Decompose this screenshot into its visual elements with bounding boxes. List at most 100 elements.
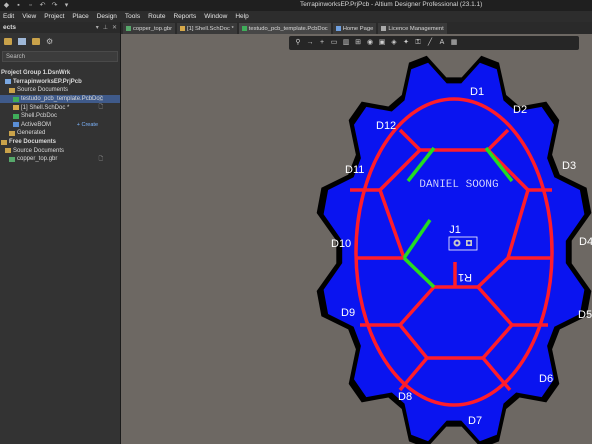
document-type-icon (126, 26, 131, 31)
tree-item-label: [1] Shell.SchDoc * (21, 104, 70, 111)
open-icon[interactable]: ▫ (27, 2, 34, 9)
tree-item-label: ActiveBOM (21, 121, 52, 128)
quick-access-toolbar: ◆ ▪ ▫ ↶ ↷ ▾ (0, 0, 70, 11)
grid-icon[interactable]: ▦ (450, 39, 458, 47)
diode-label: D7 (468, 415, 482, 427)
panel-header: ects ▾ ⊥ ✕ (0, 22, 120, 33)
bom-icon (13, 122, 19, 128)
tree-item[interactable]: Source Documents (0, 86, 120, 95)
place-icon[interactable]: ⊞ (354, 39, 362, 47)
panel-menu-icon[interactable]: ▾ (96, 24, 99, 31)
gear-icon[interactable]: ⚙ (46, 37, 54, 45)
add-icon[interactable]: + (318, 39, 326, 47)
diode-label: D8 (398, 391, 412, 403)
via-icon[interactable]: ◉ (366, 39, 374, 47)
document-type-icon (180, 26, 185, 31)
tree-item-label: copper_top.gbr (17, 156, 58, 163)
tree-item-label: Shell.PcbDoc (21, 113, 58, 120)
pcb-icon (13, 96, 19, 102)
redo-icon[interactable]: ↷ (51, 2, 58, 9)
tree-item-label: TerrapinworksEP.PrjPcb (13, 78, 82, 85)
document-icon: 🗋 (98, 104, 103, 111)
document-tab[interactable]: Home Page (332, 23, 377, 34)
fill-icon[interactable]: ◈ (390, 39, 398, 47)
sch-icon (13, 105, 19, 111)
menu-tools[interactable]: Tools (125, 13, 140, 20)
folder-icon (9, 87, 15, 93)
active-bar-toolbar: ⚲ → + ▭ ▥ ⊞ ◉ ▣ ◈ ✦ ⚿ ╱ A ▦ (289, 36, 579, 50)
proj-icon (5, 79, 11, 85)
j1-label: J1 (449, 224, 461, 236)
tree-item[interactable]: Source Documents (0, 146, 120, 155)
pad-icon[interactable]: ▣ (378, 39, 386, 47)
diode-label: D10 (331, 238, 351, 250)
menu-view[interactable]: View (22, 13, 36, 20)
diode-label: D6 (539, 373, 553, 385)
document-type-icon (381, 26, 387, 31)
panel-title: ects (3, 24, 17, 31)
document-type-icon (335, 26, 341, 31)
save-icon[interactable]: ▪ (15, 2, 22, 9)
document-tab[interactable]: copper_top.gbr (123, 23, 175, 34)
menu-window[interactable]: Window (204, 13, 227, 20)
menu-project[interactable]: Project (44, 13, 64, 20)
tree-item[interactable]: Generated (0, 129, 120, 138)
line-icon[interactable]: ╱ (426, 39, 434, 47)
document-icon: 🗋 (98, 155, 103, 162)
tree-item[interactable]: ActiveBOM + Create (0, 121, 120, 130)
tree-item[interactable]: [1] Shell.SchDoc * 🗋 (0, 103, 120, 112)
tab-label: copper_top.gbr (133, 25, 172, 32)
dropdown-icon[interactable]: ▾ (63, 2, 70, 9)
diode-label: D2 (513, 104, 527, 116)
menu-help[interactable]: Help (235, 13, 248, 20)
document-tab[interactable]: Licence Management (378, 23, 447, 34)
gbr-icon (9, 156, 15, 162)
route-icon[interactable]: → (306, 39, 314, 47)
project-folder-icon[interactable] (32, 37, 40, 45)
pcb-icon (13, 113, 19, 119)
tree-item-label: testudo_pcb_template.PcbDoc (21, 96, 103, 103)
text-icon[interactable]: A (438, 39, 446, 47)
window-title: TerrapinworksEP.PrjPcb - Altium Designer… (300, 1, 483, 8)
undo-icon[interactable]: ↶ (39, 2, 46, 9)
diode-label: D12 (376, 120, 396, 132)
project-tree: Project Group 1.DsnWrk TerrapinworksEP.Pr… (0, 69, 120, 164)
tree-item[interactable]: Project Group 1.DsnWrk (0, 69, 120, 78)
new-document-icon[interactable] (18, 37, 26, 45)
menu-edit[interactable]: Edit (3, 13, 14, 20)
document-tab[interactable]: [1] Shell.SchDoc * (177, 23, 237, 34)
tree-item[interactable]: TerrapinworksEP.PrjPcb (0, 78, 120, 87)
search-input[interactable]: Search (2, 51, 118, 62)
select-icon[interactable]: ▭ (330, 39, 338, 47)
key-icon[interactable]: ⚿ (414, 39, 422, 47)
create-bom-link[interactable]: + Create (77, 122, 98, 128)
menu-route[interactable]: Route (148, 13, 165, 20)
pcb-board[interactable]: DANIEL SOONG J1 R1 D1 D2 D3 D4 D5 D6 D7 D8 D9 D10… (121, 34, 592, 444)
tree-item-label: Project Group 1.DsnWrk (1, 70, 71, 77)
tree-item[interactable]: testudo_pcb_template.PcbDoc 🗋 (0, 94, 120, 104)
tree-item[interactable]: Shell.PcbDoc (0, 112, 120, 121)
tree-item-label: Free Documents (9, 139, 57, 146)
align-icon[interactable]: ▥ (342, 39, 350, 47)
open-folder-icon[interactable] (4, 37, 12, 45)
document-tab[interactable]: testudo_pcb_template.PcbDoc (238, 23, 331, 34)
menu-bar: Edit View Project Place Design Tools Rou… (0, 11, 592, 22)
author-silkscreen: DANIEL SOONG (419, 179, 498, 191)
menu-design[interactable]: Design (97, 13, 117, 20)
tree-item[interactable]: Free Documents (0, 138, 120, 147)
projects-panel: ects ▾ ⊥ ✕ ⚙ Search Project Group 1.DsnW… (0, 22, 121, 444)
title-bar: ◆ ▪ ▫ ↶ ↷ ▾ TerrapinworksEP.PrjPcb - Alt… (0, 0, 592, 11)
folder-icon (9, 130, 15, 136)
menu-reports[interactable]: Reports (173, 13, 196, 20)
app-icon[interactable]: ◆ (3, 2, 10, 9)
document-type-icon (241, 26, 247, 31)
menu-place[interactable]: Place (72, 13, 88, 20)
tab-label: Home Page (342, 25, 374, 32)
bulb-icon[interactable]: ✦ (402, 39, 410, 47)
pin-icon[interactable]: ⊥ (103, 24, 108, 31)
diode-label: D4 (579, 236, 592, 248)
close-icon[interactable]: ✕ (112, 24, 117, 31)
filter-icon[interactable]: ⚲ (294, 39, 302, 47)
tree-item[interactable]: copper_top.gbr 🗋 (0, 155, 120, 164)
folder-icon (5, 148, 11, 154)
